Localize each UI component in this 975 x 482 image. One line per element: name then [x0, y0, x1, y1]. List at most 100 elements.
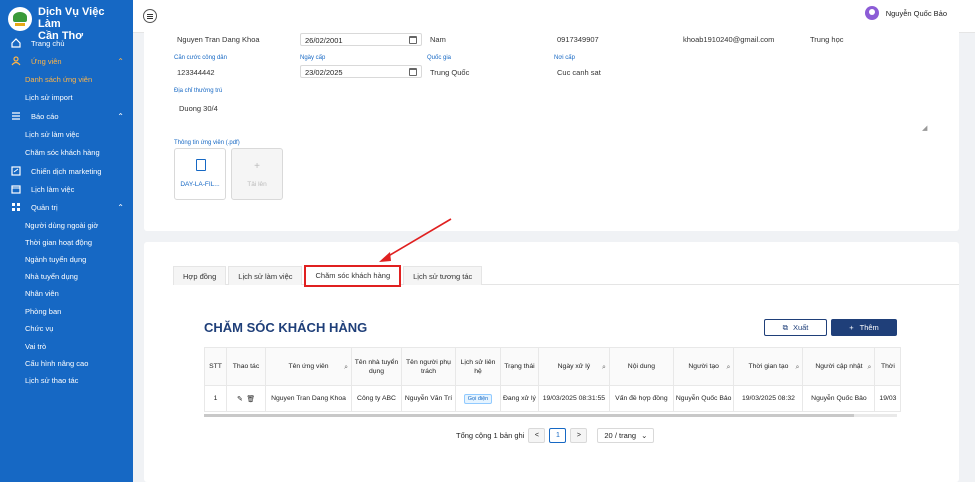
sidebar-item-admin[interactable]: Quản trị ⌃ — [0, 198, 133, 216]
chevron-down-icon: ⌄ — [641, 431, 648, 440]
campaign-icon — [11, 166, 21, 176]
plus-icon: + — [254, 161, 260, 172]
calendar-icon — [11, 184, 21, 194]
issue-date-label: Ngày cấp — [300, 55, 326, 61]
sidebar-item-home[interactable]: Trang chủ — [0, 34, 133, 52]
table-row[interactable]: 1 ✎ 🗑 Nguyen Tran Dang Khoa Công ty ABC … — [204, 385, 902, 412]
sidebar-item-candidates[interactable]: Ứng viên ⌃ — [0, 52, 133, 70]
sidebar-item-roles[interactable]: Vai trò — [0, 337, 133, 355]
resize-handle-icon[interactable]: ◢ — [922, 124, 927, 132]
sidebar-item-action-history[interactable]: Lịch sử thao tác — [0, 371, 133, 389]
candidate-name: Nguyen Tran Dang Khoa — [177, 35, 260, 44]
sidebar-item-import-history[interactable]: Lịch sử import — [0, 88, 133, 106]
page-1-button[interactable]: 1 — [549, 428, 567, 443]
logo — [8, 7, 32, 31]
sidebar-item-customer-care[interactable]: Chăm sóc khách hàng — [0, 143, 133, 161]
page-size-select[interactable]: 20 / trang ⌄ — [597, 428, 655, 443]
edit-icon[interactable]: ✎ — [237, 396, 243, 403]
tab-contracts[interactable]: Hợp đồng — [173, 266, 227, 285]
user-menu[interactable]: Nguyễn Quốc Bảo — [864, 6, 947, 20]
sidebar-item-employers[interactable]: Nhà tuyển dụng — [0, 267, 133, 285]
section-title: CHĂM SÓC KHÁCH HÀNG — [204, 320, 368, 335]
issue-place-label: Nơi cấp — [554, 55, 575, 61]
row-actions: ✎ 🗑 — [226, 385, 266, 412]
address-field[interactable]: Duong 30/4 — [179, 104, 218, 113]
candidate-info-panel: Nguyen Tran Dang Khoa 26/02/2001 Nam 091… — [144, 28, 959, 231]
home-icon — [11, 38, 21, 48]
education: Trung học — [810, 35, 844, 44]
sidebar-item-industries[interactable]: Ngành tuyển dụng — [0, 250, 133, 268]
sidebar-item-staff[interactable]: Nhân viên — [0, 284, 133, 302]
menu-toggle-icon[interactable] — [143, 9, 157, 23]
col-actions: Thao tác — [226, 347, 266, 386]
next-page-button[interactable]: > — [570, 428, 588, 443]
search-icon[interactable]: ⌕ — [727, 363, 731, 372]
calendar-icon — [409, 36, 417, 44]
col-more: Thời — [874, 347, 902, 386]
chevron-up-icon: ⌃ — [117, 202, 124, 212]
tab-bar: Hợp đồng Lịch sử làm việc Chăm sóc khách… — [173, 265, 959, 287]
add-button[interactable]: + Thêm — [831, 319, 897, 336]
document-icon — [196, 159, 206, 171]
sidebar: Dịch Vụ Việc Làm Cần Thơ Trang chủ Ứng v… — [0, 0, 133, 482]
sidebar-item-departments[interactable]: Phòng ban — [0, 302, 133, 320]
user-icon — [11, 56, 21, 66]
search-icon[interactable]: ⌕ — [868, 363, 872, 372]
col-creator[interactable]: Người tạo ⌕ — [672, 347, 735, 386]
plus-icon: + — [849, 323, 854, 332]
brand[interactable]: Dịch Vụ Việc Làm Cần Thơ — [0, 0, 133, 42]
prev-page-button[interactable]: < — [528, 428, 546, 443]
col-contact[interactable]: Lịch sử liên hệ — [455, 347, 501, 386]
avatar — [864, 6, 879, 20]
col-created[interactable]: Thời gian tạo ⌕ — [733, 347, 804, 386]
country: Trung Quốc — [430, 68, 470, 77]
tab-customer-care[interactable]: Chăm sóc khách hàng — [304, 265, 402, 287]
phone: 0917349907 — [557, 35, 599, 44]
sidebar-item-candidate-list[interactable]: Danh sách ứng viên — [0, 70, 133, 88]
contact-badge: Gọi điện — [463, 393, 493, 404]
sidebar-item-schedule[interactable]: Lịch làm việc — [0, 180, 133, 198]
search-icon[interactable]: ⌕ — [602, 363, 606, 372]
col-stt: STT — [204, 347, 227, 386]
col-updater[interactable]: Người cập nhật ⌕ — [802, 347, 876, 386]
sidebar-item-active-time[interactable]: Thời gian hoạt động — [0, 233, 133, 251]
sidebar-item-positions[interactable]: Chức vụ — [0, 319, 133, 337]
delete-icon[interactable]: 🗑 — [246, 396, 255, 403]
table-header-row: STT Thao tác Tên ứng viên ⌕ Tên nhà tuyển… — [204, 347, 902, 386]
issue-place: Cuc canh sat — [557, 68, 601, 77]
gender: Nam — [430, 35, 446, 44]
address-label: Địa chỉ thường trú — [174, 88, 223, 94]
sidebar-item-reports[interactable]: Báo cáo ⌃ — [0, 107, 133, 125]
pagination: Tổng cộng 1 bản ghi < 1 > 20 / trang ⌄ — [456, 428, 655, 443]
sidebar-item-marketing[interactable]: Chiến dịch marketing — [0, 162, 133, 180]
upload-button[interactable]: + Tải lên — [231, 148, 283, 200]
dob-field[interactable]: 26/02/2001 — [300, 33, 422, 46]
file-label: Thông tin ứng viên (.pdf) — [174, 140, 240, 146]
col-employer[interactable]: Tên nhà tuyển dụng — [351, 347, 402, 386]
pdf-file-card[interactable]: DAY-LA-FIL... — [174, 148, 226, 200]
tab-work-history[interactable]: Lịch sử làm việc — [228, 266, 303, 285]
search-icon[interactable]: ⌕ — [344, 363, 348, 372]
export-icon: ⧉ — [782, 322, 788, 332]
sidebar-item-advanced-config[interactable]: Cấu hình nâng cao — [0, 354, 133, 372]
tab-interaction-history[interactable]: Lịch sử tương tác — [403, 266, 483, 285]
calendar-icon — [409, 68, 417, 76]
col-candidate[interactable]: Tên ứng viên ⌕ — [265, 347, 352, 386]
email: khoab1910240@gmail.com — [683, 35, 775, 44]
chevron-up-icon: ⌃ — [117, 111, 124, 121]
search-icon[interactable]: ⌕ — [796, 363, 800, 372]
sidebar-item-work-history[interactable]: Lịch sử làm việc — [0, 125, 133, 143]
issue-date-field[interactable]: 23/02/2025 — [300, 65, 422, 78]
id-label: Căn cước công dân — [174, 55, 227, 61]
col-date[interactable]: Ngày xử lý ⌕ — [537, 347, 610, 386]
total-records: Tổng cộng 1 bản ghi — [456, 431, 525, 440]
admin-icon — [11, 202, 21, 212]
col-content[interactable]: Nội dung — [608, 347, 674, 386]
col-status[interactable]: Trạng thái — [500, 347, 539, 386]
export-button[interactable]: ⧉ Xuất — [764, 319, 827, 336]
table-scrollbar[interactable] — [204, 414, 897, 417]
chevron-up-icon: ⌃ — [117, 56, 124, 66]
sidebar-item-after-hours-users[interactable]: Người dùng ngoài giờ — [0, 216, 133, 234]
country-label: Quốc gia — [427, 55, 452, 61]
col-owner[interactable]: Tên người phụ trách — [401, 347, 456, 386]
